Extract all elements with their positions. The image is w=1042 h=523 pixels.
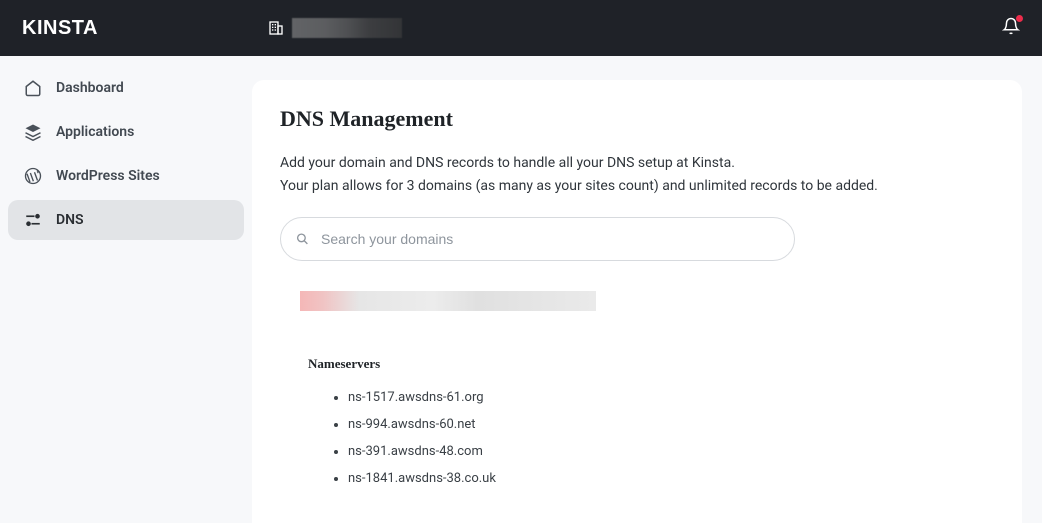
domain-block: Nameservers ns-1517.awsdns-61.org ns-994… bbox=[280, 291, 994, 492]
sidebar-item-label: Dashboard bbox=[56, 80, 124, 96]
nameserver-item: ns-994.awsdns-60.net bbox=[348, 411, 994, 438]
search-input[interactable] bbox=[280, 217, 795, 261]
home-icon bbox=[24, 79, 42, 97]
domain-name-redacted bbox=[300, 291, 596, 311]
nameserver-item: ns-1841.awsdns-38.co.uk bbox=[348, 465, 994, 492]
nameserver-item: ns-391.awsdns-48.com bbox=[348, 438, 994, 465]
notifications-button[interactable] bbox=[1002, 17, 1020, 39]
layout: Dashboard Applications WordPress Sites D… bbox=[0, 56, 1042, 523]
sidebar-item-dashboard[interactable]: Dashboard bbox=[8, 68, 244, 108]
search-wrap bbox=[280, 217, 795, 261]
main-content: DNS Management Add your domain and DNS r… bbox=[252, 80, 1022, 523]
desc-line-1: Add your domain and DNS records to handl… bbox=[280, 155, 735, 171]
sidebar-item-label: Applications bbox=[56, 124, 134, 140]
sidebar-item-label: WordPress Sites bbox=[56, 168, 160, 184]
nameservers-list: ns-1517.awsdns-61.org ns-994.awsdns-60.n… bbox=[300, 384, 994, 492]
search-icon bbox=[296, 232, 309, 245]
page-description: Add your domain and DNS records to handl… bbox=[280, 152, 994, 198]
sidebar: Dashboard Applications WordPress Sites D… bbox=[0, 56, 252, 523]
company-name-redacted bbox=[292, 18, 402, 38]
sidebar-item-label: DNS bbox=[56, 212, 84, 228]
notification-dot bbox=[1016, 15, 1023, 22]
topbar-left: KINSTA bbox=[22, 17, 402, 40]
brand-logo[interactable]: KINSTA bbox=[22, 17, 98, 40]
company-selector[interactable] bbox=[268, 18, 402, 38]
sidebar-item-applications[interactable]: Applications bbox=[8, 112, 244, 152]
dns-icon bbox=[24, 211, 42, 229]
layers-icon bbox=[24, 123, 42, 141]
page-title: DNS Management bbox=[280, 106, 994, 132]
building-icon bbox=[268, 20, 284, 36]
sidebar-item-wordpress-sites[interactable]: WordPress Sites bbox=[8, 156, 244, 196]
nameserver-item: ns-1517.awsdns-61.org bbox=[348, 384, 994, 411]
topbar: KINSTA bbox=[0, 0, 1042, 56]
sidebar-item-dns[interactable]: DNS bbox=[8, 200, 244, 240]
wordpress-icon bbox=[24, 167, 42, 185]
nameservers-heading: Nameservers bbox=[308, 357, 994, 370]
desc-line-2: Your plan allows for 3 domains (as many … bbox=[280, 178, 878, 194]
